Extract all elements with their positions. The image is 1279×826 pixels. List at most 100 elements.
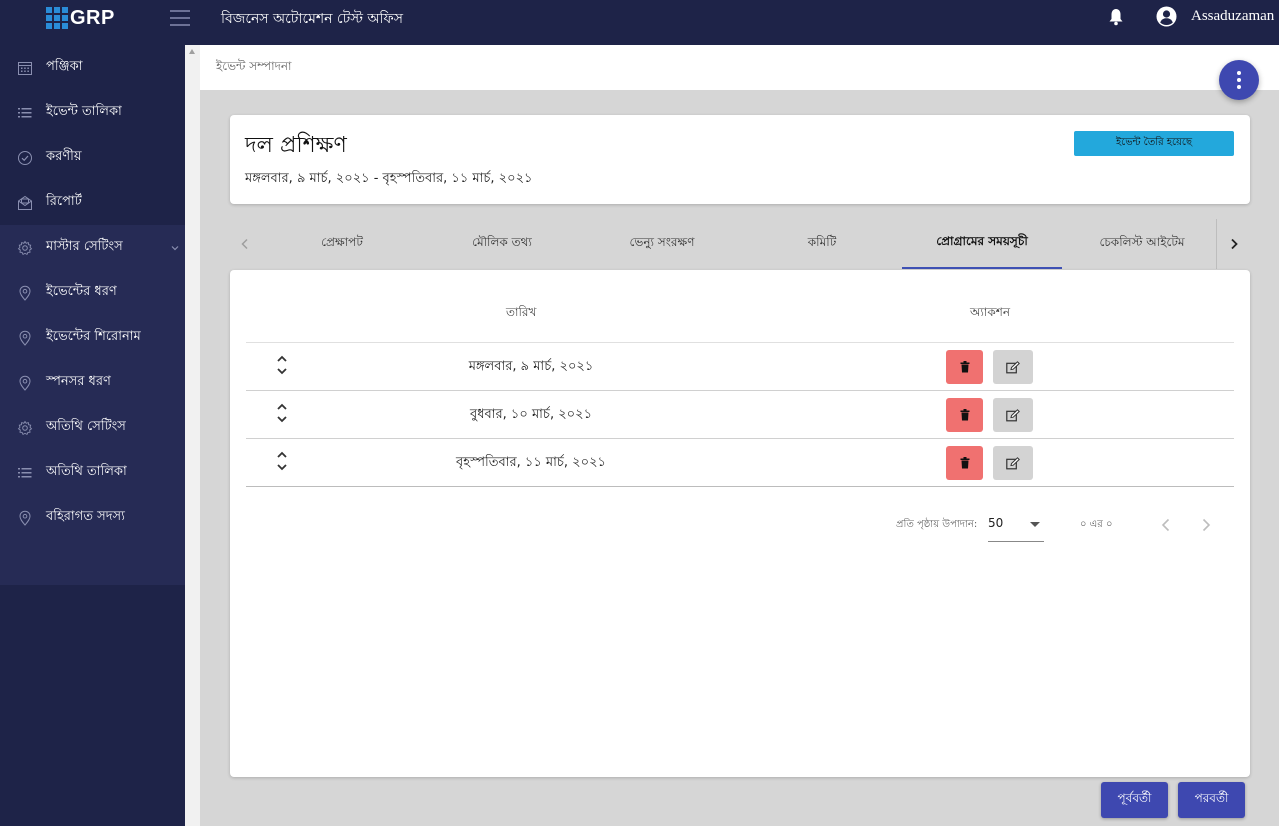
sidebar-item-label: অতিথি সেটিংস	[46, 419, 126, 434]
tab-background[interactable]: প্রেক্ষাপট	[262, 219, 422, 269]
schedule-panel: তারিখ অ্যাকশন মঙ্গলবার, ৯ মার্চ, ২০২১ বু…	[230, 270, 1250, 777]
event-tabs: প্রেক্ষাপট মৌলিক তথ্য ভেন্যু সংরক্ষণ কমি…	[230, 219, 1250, 269]
breadcrumb: ইভেন্ট সম্পাদনা	[216, 59, 292, 73]
sidebar-item-report[interactable]: রিপোর্ট	[0, 180, 185, 225]
breadcrumb-bar: ইভেন্ট সম্পাদনা	[200, 45, 1279, 90]
user-name: Assaduzaman	[1191, 8, 1275, 24]
sidebar-item-label: ইভেন্টের ধরণ	[46, 284, 117, 299]
sidebar-item-label: স্পনসর ধরণ	[46, 374, 111, 389]
edit-icon	[1006, 360, 1020, 373]
tabs-scroll-left-button[interactable]	[230, 219, 260, 269]
sidebar: পঞ্জিকা ইভেন্ট তালিকা করণীয় রিপোর্ট মাস…	[0, 45, 185, 826]
sidebar-item-guest-settings[interactable]: অতিথি সেটিংস	[0, 405, 185, 450]
trash-icon	[960, 457, 969, 469]
event-summary-card: দল প্রশিক্ষণ মঙ্গলবার, ৯ মার্চ, ২০২১ - ব…	[230, 115, 1250, 204]
location-pin-icon	[19, 285, 31, 301]
previous-page-button[interactable]	[1156, 514, 1176, 536]
dropdown-caret-icon	[1030, 522, 1040, 527]
previous-button[interactable]: পূর্ববর্তী	[1101, 782, 1168, 818]
list-icon	[18, 467, 32, 477]
sidebar-item-guest-list[interactable]: অতিথি তালিকা	[0, 450, 185, 495]
event-status-button[interactable]: ইভেন্ট তৈরি হয়েছে	[1074, 131, 1234, 156]
tab-checklist-items[interactable]: চেকলিস্ট আইটেম	[1062, 219, 1222, 269]
sidebar-item-external-member[interactable]: বহিরাগত সদস্য	[0, 495, 185, 540]
page-size-value: 50	[988, 516, 1004, 530]
location-pin-icon	[19, 330, 31, 346]
page-range-label: ০ এর ০	[1080, 519, 1113, 530]
page-size-select[interactable]: 50	[988, 513, 1044, 542]
app-title: বিজনেস অটোমেশন টেস্ট অফিস	[221, 11, 404, 27]
chevron-left-icon	[241, 238, 248, 250]
table-row: বুধবার, ১০ মার্চ, ২০২১	[246, 391, 1234, 439]
event-date-range: মঙ্গলবার, ৯ মার্চ, ২০২১ - বৃহস্পতিবার, ১…	[245, 171, 533, 186]
chevron-left-icon	[1161, 518, 1170, 532]
sidebar-item-label: পঞ্জিকা	[46, 59, 83, 74]
tab-program-schedule[interactable]: প্রোগ্রামের সময়সূচী	[902, 219, 1062, 269]
next-button[interactable]: পরবর্তী	[1178, 782, 1245, 818]
scroll-up-icon[interactable]	[189, 49, 195, 54]
row-date: মঙ্গলবার, ৯ মার্চ, ২০২১	[468, 359, 594, 374]
location-pin-icon	[19, 510, 31, 526]
sidebar-item-label: ইভেন্ট তালিকা	[46, 104, 122, 119]
delete-button[interactable]	[946, 446, 983, 480]
chevron-right-icon	[1202, 518, 1211, 532]
more-options-button[interactable]	[1219, 60, 1259, 100]
drag-handle-icon[interactable]	[276, 354, 288, 376]
sidebar-item-label: অতিথি তালিকা	[46, 464, 127, 479]
gear-icon	[17, 420, 33, 435]
check-circle-icon	[18, 150, 32, 165]
gear-icon	[17, 240, 33, 255]
sidebar-item-sponsor-type[interactable]: স্পনসর ধরণ	[0, 360, 185, 405]
logo-mark-icon	[46, 7, 68, 29]
edit-icon	[1006, 408, 1020, 421]
list-icon	[18, 107, 32, 117]
calendar-icon	[18, 61, 32, 75]
sidebar-scrollbar[interactable]	[185, 45, 200, 826]
trash-icon	[960, 409, 969, 421]
top-bar: GRP বিজনেস অটোমেশন টেস্ট অফিস Assaduzama…	[0, 0, 1279, 45]
sidebar-item-calendar[interactable]: পঞ্জিকা	[0, 45, 185, 90]
table-row: মঙ্গলবার, ৯ মার্চ, ২০২১	[246, 343, 1234, 391]
tabs-scroll-right-button[interactable]	[1216, 219, 1250, 269]
sidebar-item-event-type[interactable]: ইভেন্টের ধরণ	[0, 270, 185, 315]
trash-icon	[960, 361, 969, 373]
column-header-date[interactable]: তারিখ	[506, 304, 536, 324]
user-avatar-icon	[1156, 6, 1177, 27]
edit-button[interactable]	[993, 398, 1033, 432]
logo-text: GRP	[70, 6, 115, 29]
row-date: বুধবার, ১০ মার্চ, ২০২১	[469, 407, 593, 422]
notification-bell-icon[interactable]	[1108, 8, 1124, 26]
sidebar-item-master-settings[interactable]: মাস্টার সেটিংস	[0, 225, 185, 270]
sidebar-item-label: রিপোর্ট	[46, 194, 82, 209]
edit-button[interactable]	[993, 446, 1033, 480]
items-per-page-label: প্রতি পৃষ্ঠায় উপাদান:	[896, 519, 978, 530]
tab-basic-info[interactable]: মৌলিক তথ্য	[422, 219, 582, 269]
sidebar-item-label: বহিরাগত সদস্য	[46, 509, 125, 524]
drag-handle-icon[interactable]	[276, 402, 288, 424]
sidebar-item-todo[interactable]: করণীয়	[0, 135, 185, 180]
delete-button[interactable]	[946, 398, 983, 432]
tab-venue-reservation[interactable]: ভেন্যু সংরক্ষণ	[582, 219, 742, 269]
user-menu[interactable]: Assaduzaman	[1156, 6, 1274, 27]
sidebar-item-event-list[interactable]: ইভেন্ট তালিকা	[0, 90, 185, 135]
chevron-right-icon	[1230, 238, 1238, 250]
sidebar-item-label: মাস্টার সেটিংস	[46, 239, 123, 254]
location-pin-icon	[19, 375, 31, 391]
sidebar-item-event-heading[interactable]: ইভেন্টের শিরোনাম	[0, 315, 185, 360]
edit-icon	[1006, 456, 1020, 469]
sidebar-item-label: করণীয়	[46, 149, 82, 164]
event-title: দল প্রশিক্ষণ	[245, 133, 347, 158]
column-header-action: অ্যাকশন	[970, 305, 1011, 319]
sidebar-item-label: ইভেন্টের শিরোনাম	[46, 329, 141, 344]
table-row: বৃহস্পতিবার, ১১ মার্চ, ২০২১	[246, 439, 1234, 487]
report-icon	[18, 195, 32, 210]
delete-button[interactable]	[946, 350, 983, 384]
chevron-down-icon	[171, 245, 179, 250]
app-logo[interactable]: GRP	[46, 5, 115, 31]
menu-toggle-icon[interactable]	[170, 10, 190, 26]
next-page-button[interactable]	[1196, 514, 1216, 536]
row-date: বৃহস্পতিবার, ১১ মার্চ, ২০২১	[456, 455, 606, 470]
drag-handle-icon[interactable]	[276, 450, 288, 472]
edit-button[interactable]	[993, 350, 1033, 384]
tab-committee[interactable]: কমিটি	[742, 219, 902, 269]
